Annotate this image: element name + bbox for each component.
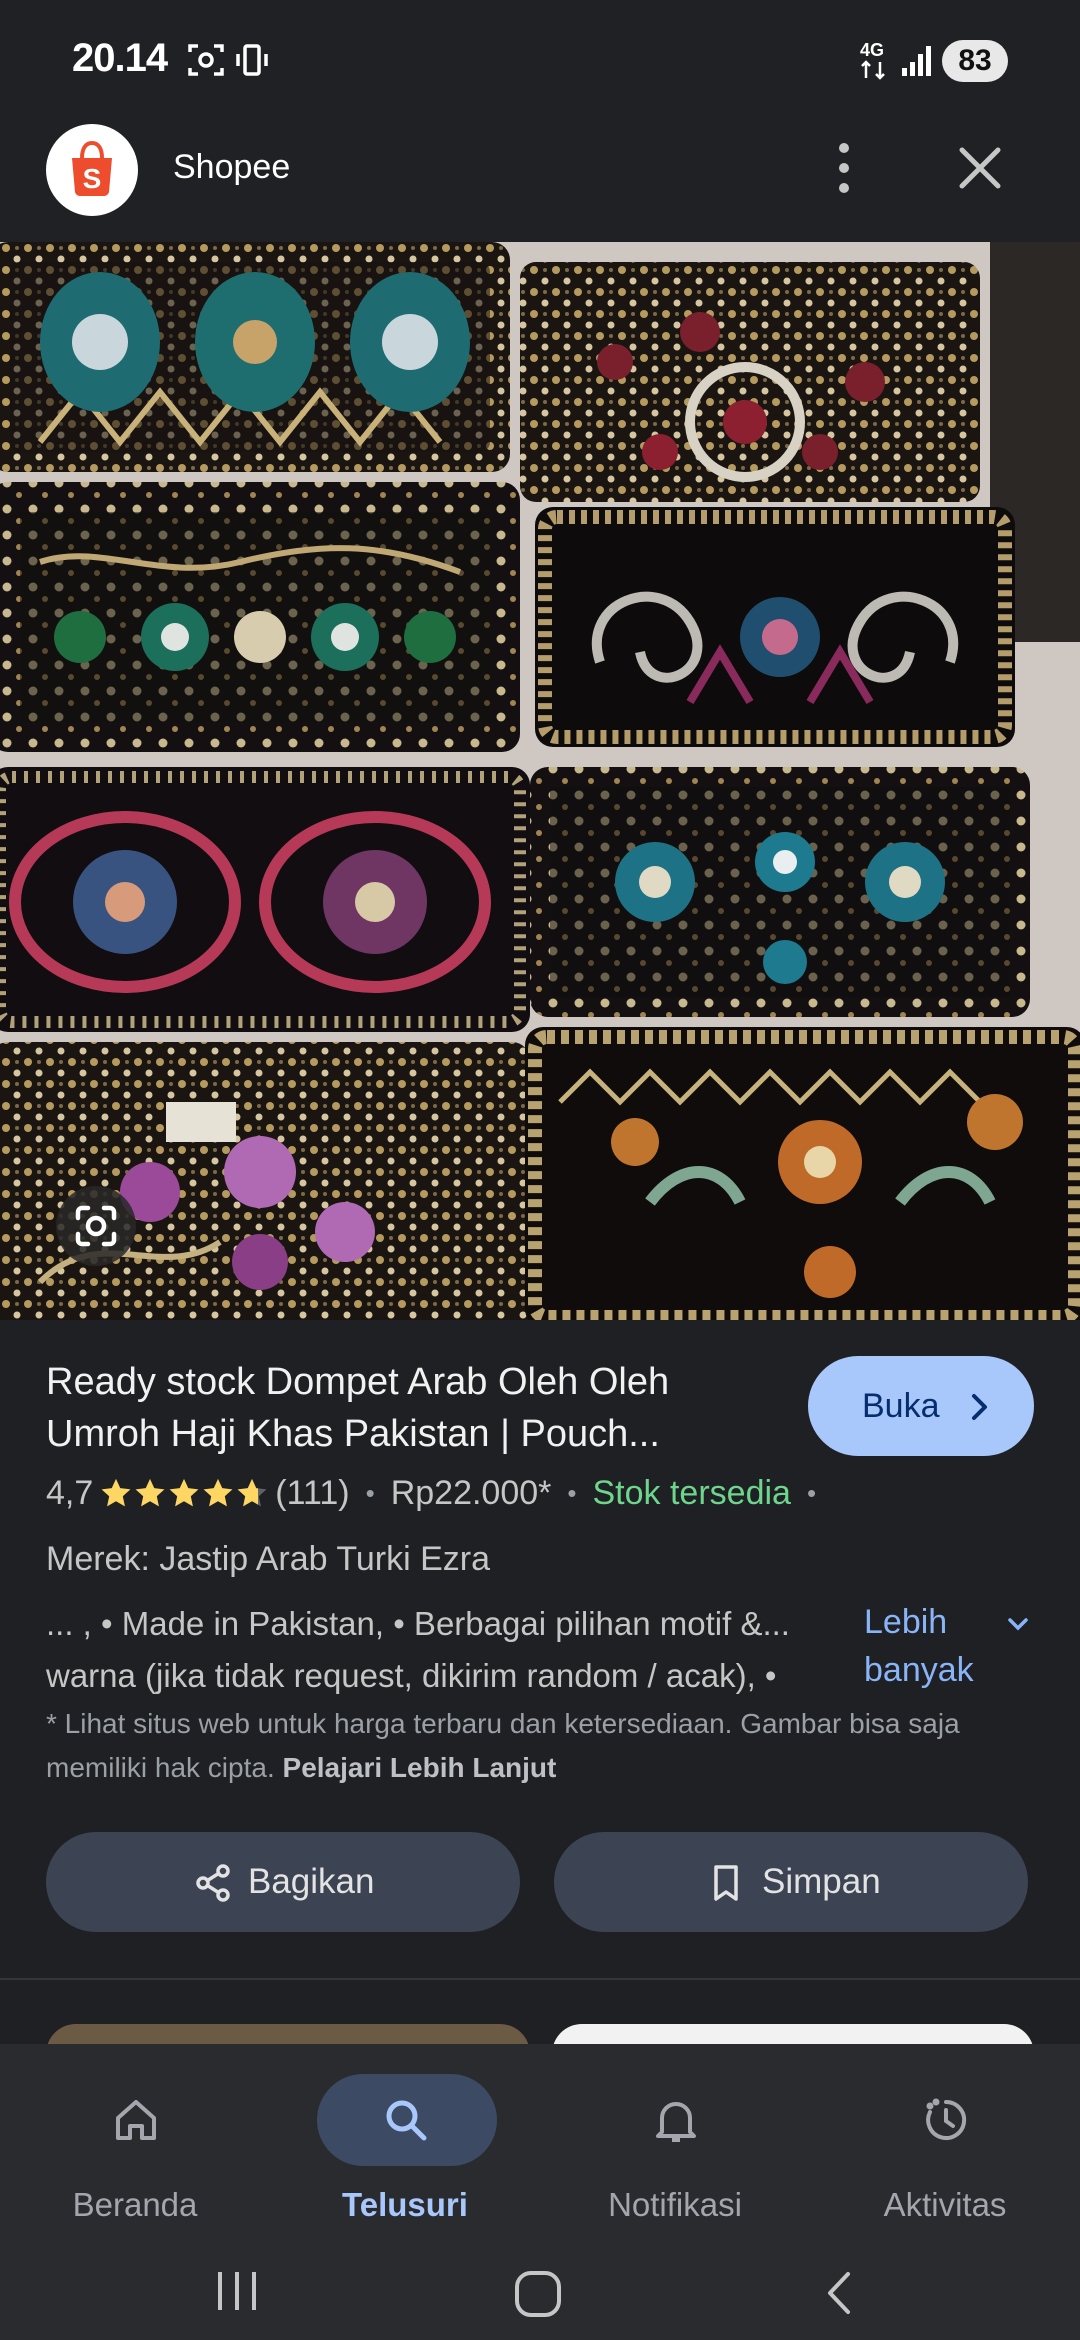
separator-dot: • <box>365 1477 375 1508</box>
product-image[interactable] <box>0 242 1080 1320</box>
product-title-line2: Umroh Haji Khas Pakistan | Pouch... <box>46 1413 660 1455</box>
product-title-line1: Ready stock Dompet Arab Oleh Oleh <box>46 1361 670 1403</box>
svg-text:4G: 4G <box>860 40 884 60</box>
svg-text:S: S <box>83 163 102 194</box>
separator-dot: • <box>806 1477 817 1508</box>
status-time: 20.14 <box>72 36 168 80</box>
show-more-line1: Lebih <box>864 1603 948 1641</box>
screenshot-icon <box>186 40 226 85</box>
product-description: ... , • Made in Pakistan, • Berbagai pil… <box>46 1598 836 1702</box>
brand-info: Merek: Jastip Arab Turki Ezra <box>46 1540 491 1578</box>
star-icon <box>101 1478 131 1507</box>
price: Rp22.000* <box>390 1473 552 1512</box>
more-options-icon[interactable] <box>820 132 868 204</box>
chevron-down-icon[interactable] <box>1004 1612 1032 1636</box>
search-icon <box>386 2100 427 2141</box>
activity-icon <box>926 2098 967 2140</box>
system-navigation-bar <box>0 2232 1080 2340</box>
nav-label: Aktivitas <box>883 2186 1007 2223</box>
network-4g-icon: 4G <box>858 38 892 87</box>
product-meta: 4,7 (111) • Rp22.000* • Stok tersedia • <box>46 1468 832 1518</box>
share-icon <box>196 1864 230 1902</box>
rating-value: 4,7 <box>46 1473 94 1512</box>
description-line2: warna (jika tidak request, dikirim rando… <box>46 1657 777 1694</box>
save-label: Simpan <box>762 1862 881 1901</box>
bookmark-icon <box>714 1865 738 1901</box>
description-line1: ... , • Made in Pakistan, • Berbagai pil… <box>46 1605 790 1642</box>
half-star-icon <box>237 1478 267 1507</box>
lens-search-icon[interactable] <box>56 1186 136 1266</box>
recent-apps-icon[interactable] <box>212 2268 262 2314</box>
screen: 20.14 4G 83 S Shopee Ready stock Dompet … <box>0 0 1080 2340</box>
separator-dot: • <box>567 1477 577 1508</box>
show-more-link[interactable]: Lebih banyak <box>864 1598 1014 1694</box>
back-icon[interactable] <box>820 2268 860 2318</box>
battery-indicator: 83 <box>942 40 1008 82</box>
show-more-line2: banyak <box>864 1651 974 1689</box>
close-icon[interactable] <box>948 136 1012 200</box>
section-divider <box>0 1978 1080 1980</box>
open-button-label: Buka <box>862 1387 940 1425</box>
learn-more-link[interactable]: Pelajari Lebih Lanjut <box>283 1752 557 1783</box>
open-button[interactable]: Buka <box>808 1356 1034 1456</box>
nav-label: Notifikasi <box>608 2186 742 2223</box>
source-name[interactable]: Shopee <box>173 148 290 187</box>
vibrate-icon <box>234 40 270 85</box>
bell-icon <box>656 2102 696 2142</box>
source-header: S Shopee <box>0 92 1080 242</box>
review-count: (111) <box>275 1473 350 1512</box>
star-icon <box>135 1478 165 1507</box>
signal-icon <box>900 44 934 83</box>
stock-status: Stok tersedia <box>592 1473 791 1512</box>
home-button-icon[interactable] <box>512 2268 564 2320</box>
rating-stars <box>99 1476 269 1510</box>
save-button[interactable]: Simpan <box>554 1832 1028 1932</box>
home-icon <box>116 2100 156 2140</box>
disclaimer: * Lihat situs web untuk harga terbaru da… <box>46 1702 1046 1790</box>
chevron-right-icon <box>972 1394 987 1420</box>
nav-label: Telusuri <box>342 2186 468 2223</box>
nav-label: Beranda <box>72 2186 198 2223</box>
share-button[interactable]: Bagikan <box>46 1832 520 1932</box>
star-icon <box>169 1478 199 1507</box>
shopee-logo[interactable]: S <box>46 124 138 216</box>
status-bar: 20.14 4G 83 <box>0 0 1080 92</box>
share-label: Bagikan <box>248 1862 375 1901</box>
product-title[interactable]: Ready stock Dompet Arab Oleh Oleh Umroh … <box>46 1356 786 1460</box>
star-icon <box>203 1478 233 1507</box>
